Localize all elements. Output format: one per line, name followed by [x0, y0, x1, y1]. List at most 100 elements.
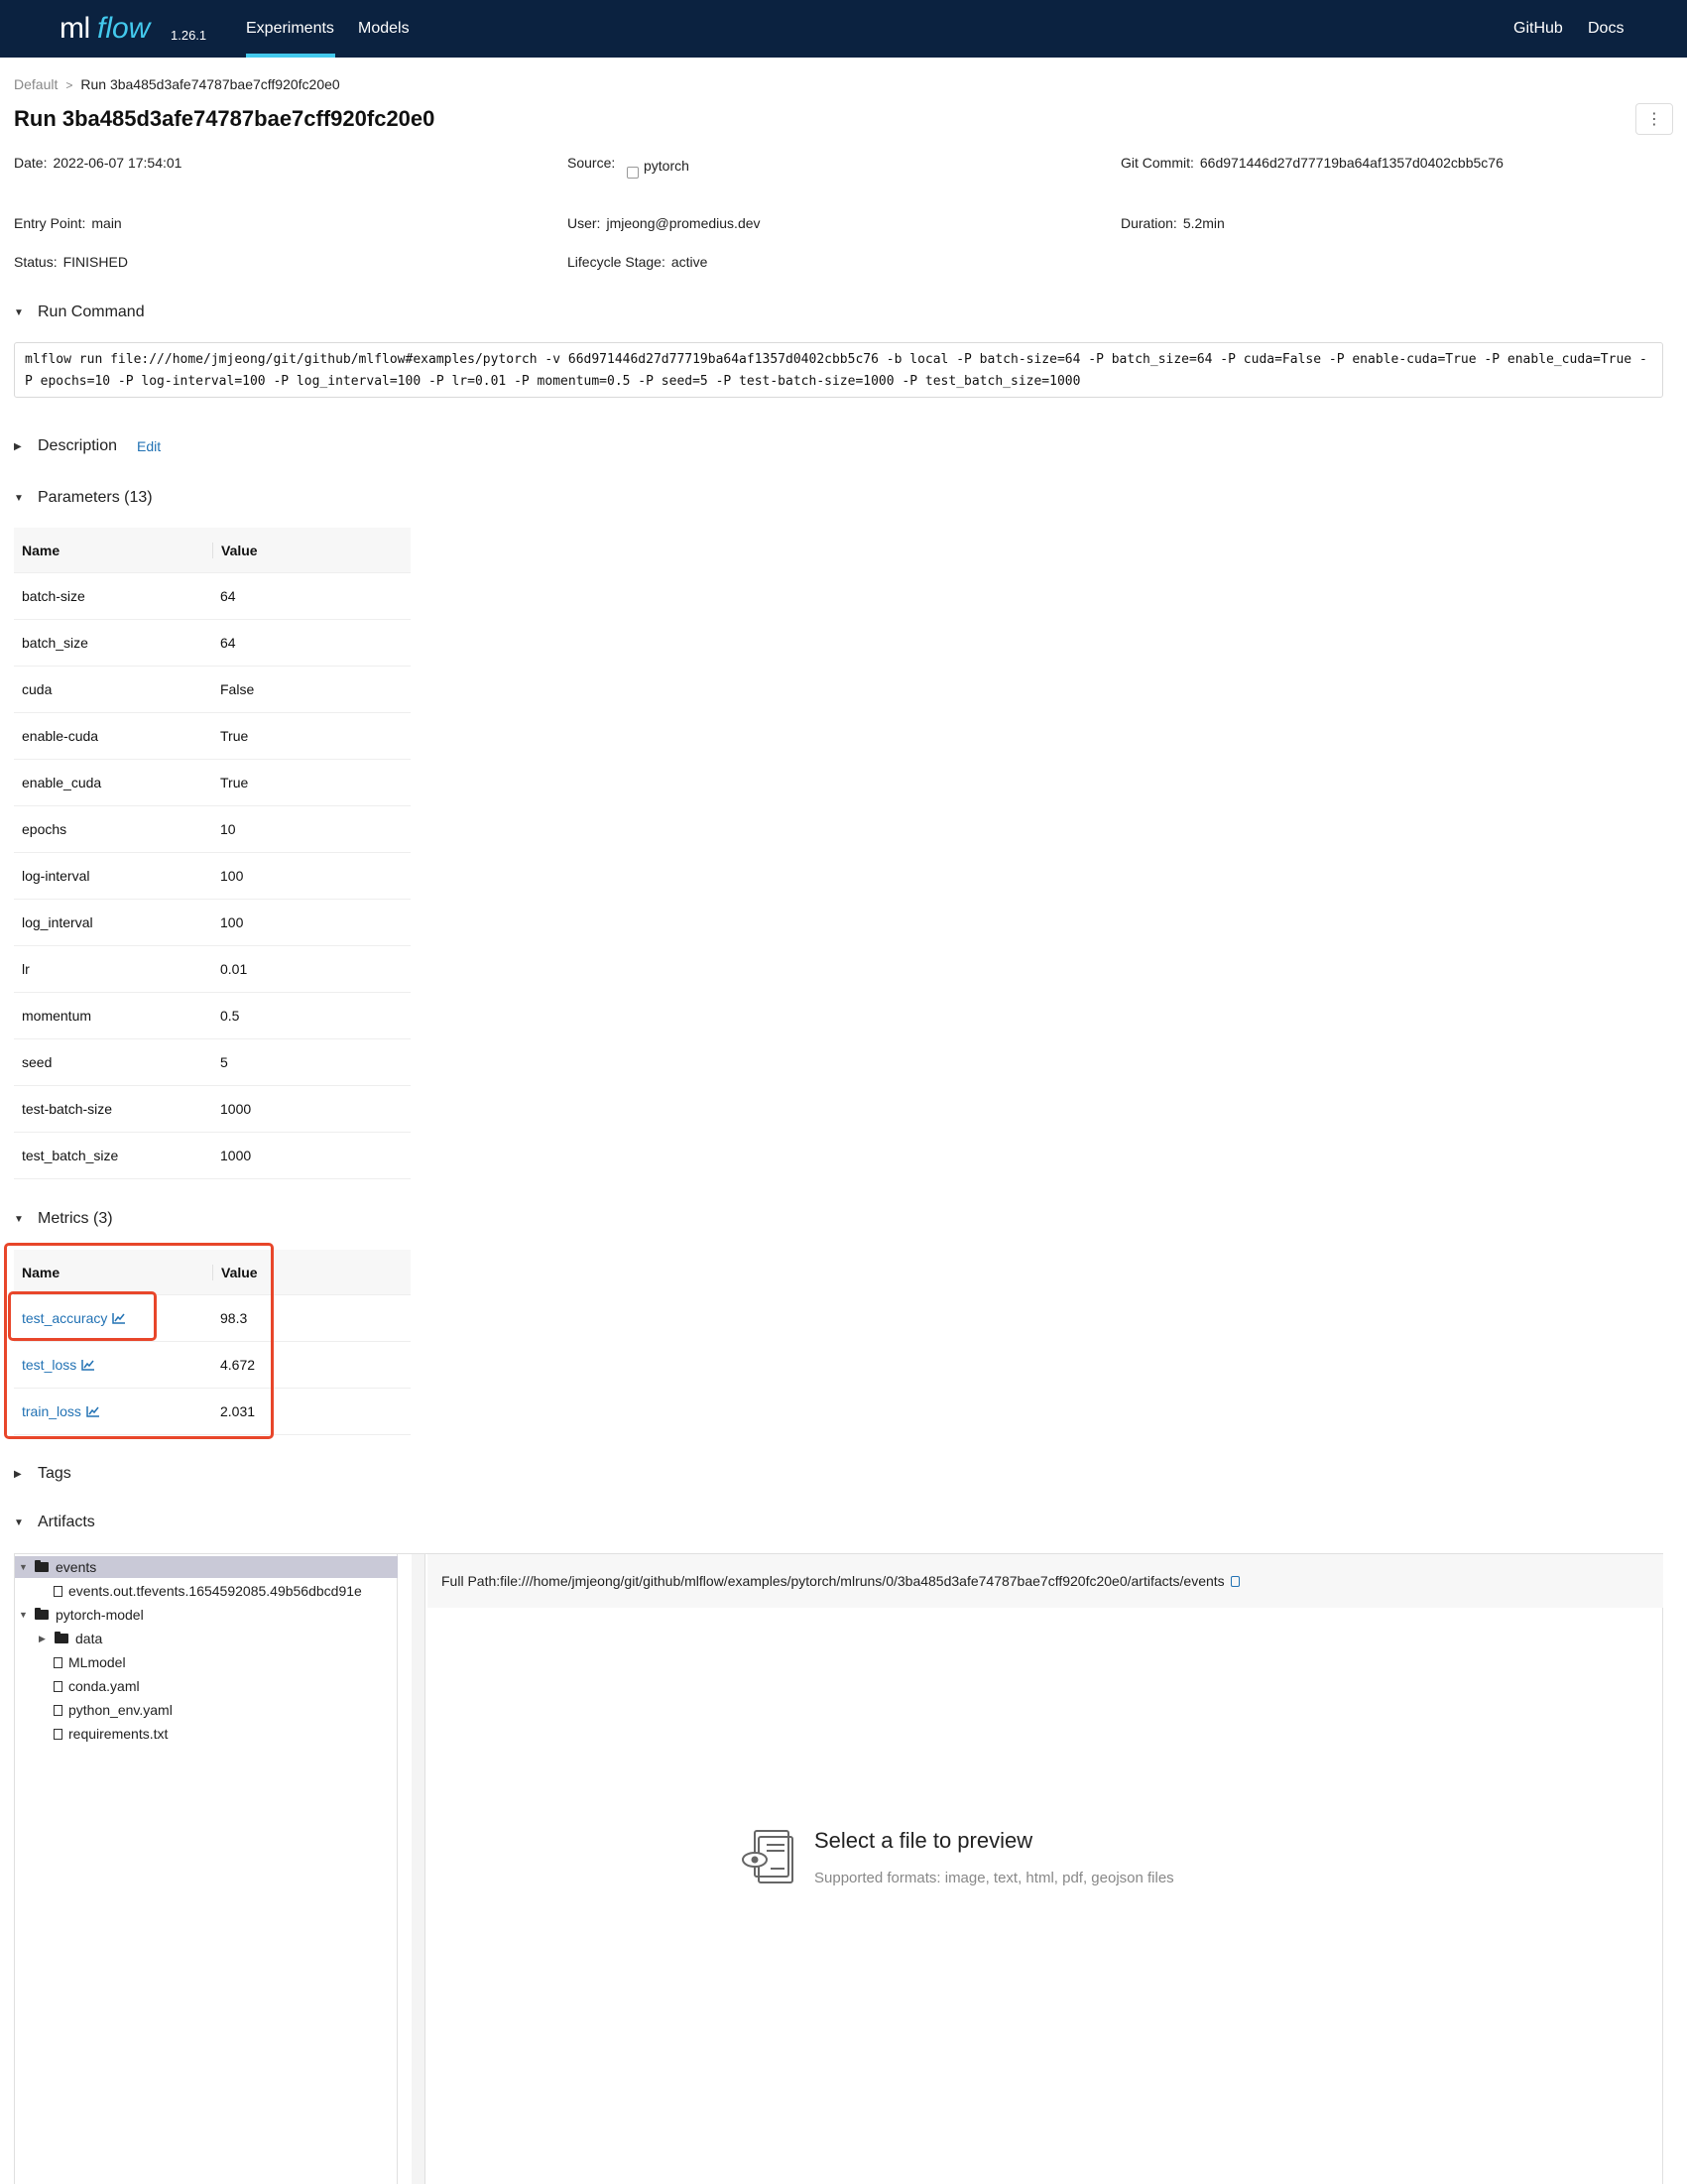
- tree-node[interactable]: ▼ pytorch-model: [15, 1604, 398, 1626]
- table-row: test-batch-size 1000: [14, 1086, 411, 1133]
- nav-github[interactable]: GitHub: [1513, 20, 1563, 38]
- artifacts-header[interactable]: ▼ Artifacts: [14, 1514, 95, 1531]
- meta-user: User: jmjeong@promedius.dev: [567, 215, 761, 231]
- table-row: test_batch_size 1000: [14, 1133, 411, 1179]
- param-value: 64: [220, 588, 236, 604]
- table-row: lr 0.01: [14, 946, 411, 993]
- chevron-right-icon: >: [65, 78, 73, 92]
- tree-node[interactable]: requirements.txt: [15, 1723, 398, 1745]
- caret-down-icon: ▼: [19, 1610, 28, 1620]
- caret-right-icon: ▶: [39, 1633, 46, 1643]
- param-name: test_batch_size: [22, 1148, 119, 1163]
- source-link[interactable]: pytorch: [644, 155, 703, 177]
- date-label: Date:: [14, 155, 48, 171]
- edit-description-link[interactable]: Edit: [137, 438, 161, 454]
- status-label: Status:: [14, 254, 58, 270]
- param-value: True: [220, 775, 249, 790]
- page-title: Run 3ba485d3afe74787bae7cff920fc20e0: [14, 106, 435, 131]
- caret-down-icon: ▼: [14, 306, 24, 318]
- param-value: True: [220, 728, 249, 744]
- tree-node[interactable]: conda.yaml: [15, 1675, 398, 1697]
- tree-node[interactable]: MLmodel: [15, 1651, 398, 1673]
- file-icon: [54, 1585, 62, 1597]
- preview-title: Select a file to preview: [814, 1828, 1033, 1853]
- folder-icon: [35, 1560, 49, 1572]
- column-name-header[interactable]: Name: [14, 543, 212, 558]
- user-label: User:: [567, 215, 601, 231]
- version-label: 1.26.1: [171, 28, 207, 43]
- file-icon: [54, 1704, 62, 1716]
- duration-value: 5.2min: [1182, 215, 1225, 231]
- nav-models[interactable]: Models: [358, 20, 410, 38]
- meta-git: Git Commit: 66d971446d27d77719ba64af1357d…: [1121, 155, 1504, 171]
- more-options-button[interactable]: ⋮: [1635, 103, 1673, 135]
- tree-node-label: requirements.txt: [68, 1726, 169, 1742]
- table-row: enable-cuda True: [14, 713, 411, 760]
- entry-label: Entry Point:: [14, 215, 86, 231]
- param-name: log-interval: [22, 868, 90, 884]
- param-name: lr: [22, 961, 30, 977]
- meta-source: Source:: [567, 155, 615, 171]
- description-header[interactable]: ▶ Description Edit: [14, 437, 161, 455]
- tree-node-label: MLmodel: [68, 1654, 126, 1670]
- column-value-header[interactable]: Value: [212, 542, 258, 558]
- run-command-title: Run Command: [38, 303, 145, 320]
- meta-date: Date: 2022-06-07 17:54:01: [14, 155, 181, 171]
- nav-docs[interactable]: Docs: [1588, 20, 1624, 38]
- file-icon: [54, 1656, 62, 1668]
- top-nav: ml flow 1.26.1 Experiments Models GitHub…: [0, 0, 1687, 58]
- table-row: batch-size 64: [14, 573, 411, 620]
- param-name: test-batch-size: [22, 1101, 113, 1117]
- highlight-box-test-accuracy: [8, 1291, 157, 1341]
- tree-node[interactable]: ▶ data: [15, 1628, 398, 1649]
- tree-node-label: events.out.tfevents.1654592085.49b56dbcd…: [68, 1583, 362, 1599]
- table-row: log-interval 100: [14, 853, 411, 900]
- user-value: jmjeong@promedius.dev: [606, 215, 761, 231]
- breadcrumb: Default > Run 3ba485d3afe74787bae7cff920fc…: [14, 76, 340, 92]
- folder-icon: [55, 1632, 68, 1643]
- param-name: log_interval: [22, 914, 93, 930]
- breadcrumb-default[interactable]: Default: [14, 76, 58, 92]
- parameters-header[interactable]: ▼ Parameters (13): [14, 489, 153, 507]
- tree-node[interactable]: events.out.tfevents.1654592085.49b56dbcd…: [15, 1580, 398, 1602]
- tree-node[interactable]: python_env.yaml: [15, 1699, 398, 1721]
- metrics-header[interactable]: ▼ Metrics (3): [14, 1210, 113, 1228]
- logo-flow: flow: [97, 12, 151, 45]
- full-path-text: Full Path:file:///home/jmjeong/git/githu…: [441, 1573, 1225, 1589]
- meta-entry: Entry Point: main: [14, 215, 122, 231]
- kebab-icon: ⋮: [1646, 111, 1662, 128]
- panel-resizer[interactable]: [412, 1554, 425, 2184]
- source-label: Source:: [567, 155, 616, 171]
- caret-down-icon: ▼: [14, 1517, 24, 1528]
- caret-down-icon: ▼: [19, 1562, 28, 1572]
- tree-node-label: conda.yaml: [68, 1678, 140, 1694]
- tags-header[interactable]: ▶ Tags: [14, 1465, 71, 1483]
- param-value: 100: [220, 868, 244, 884]
- nav-experiments[interactable]: Experiments: [246, 20, 334, 38]
- tree-node-label: pytorch-model: [56, 1607, 144, 1623]
- date-value: 2022-06-07 17:54:01: [53, 155, 182, 171]
- preview-subtitle: Supported formats: image, text, html, pd…: [814, 1870, 1174, 1886]
- tree-node-label: events: [56, 1559, 97, 1575]
- tree-node-label: data: [75, 1631, 103, 1646]
- entry-value: main: [91, 215, 122, 231]
- param-name: batch-size: [22, 588, 85, 604]
- highlight-box-metrics: [4, 1243, 274, 1439]
- run-command-textarea[interactable]: mlflow run file:///home/jmjeong/git/gith…: [14, 342, 1663, 398]
- copy-icon[interactable]: [1230, 1575, 1240, 1587]
- parameters-title: Parameters (13): [38, 489, 153, 506]
- run-command-header[interactable]: ▼ Run Command: [14, 303, 145, 321]
- tree-node[interactable]: ▼ events: [15, 1556, 398, 1578]
- git-label: Git Commit:: [1121, 155, 1194, 171]
- preview-eye-icon: [742, 1830, 793, 1883]
- file-icon: [54, 1728, 62, 1740]
- status-value: FINISHED: [62, 254, 128, 270]
- description-title: Description: [38, 437, 118, 454]
- lifecycle-label: Lifecycle Stage:: [567, 254, 665, 270]
- param-value: 5: [220, 1054, 228, 1070]
- param-value: 0.5: [220, 1008, 240, 1024]
- active-tab-indicator: [246, 54, 335, 58]
- param-name: enable_cuda: [22, 775, 102, 790]
- metrics-title: Metrics (3): [38, 1210, 113, 1227]
- artifact-tree: ▼ events events.out.tfevents.1654592085.49…: [15, 1554, 398, 2184]
